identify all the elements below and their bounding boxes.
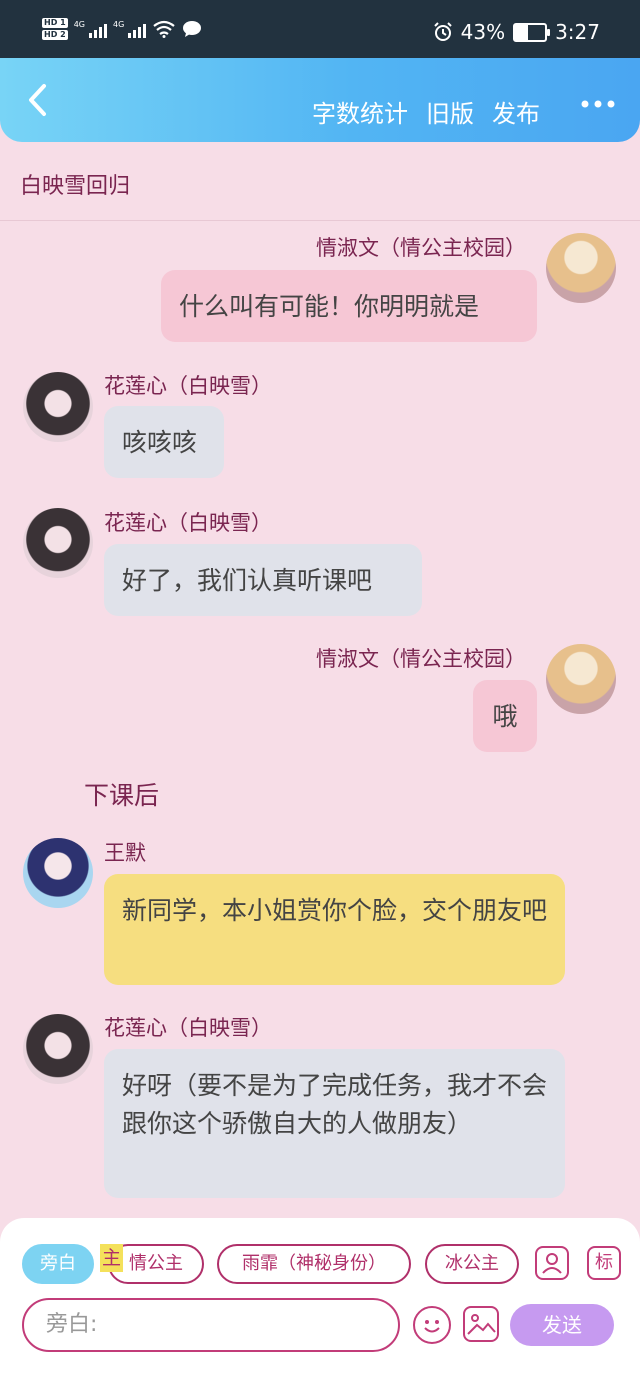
send-button[interactable]: 发送 bbox=[510, 1304, 614, 1346]
status-left: HD 1 HD 2 4G 4G bbox=[42, 18, 202, 40]
tag-button[interactable]: 标 bbox=[587, 1246, 621, 1280]
clock: 3:27 bbox=[555, 20, 600, 44]
sender-name: 花莲心（白映雪） bbox=[104, 374, 272, 398]
sim-indicators: HD 1 HD 2 bbox=[42, 18, 68, 40]
avatar[interactable] bbox=[546, 233, 616, 303]
publish-button[interactable]: 发布 bbox=[492, 94, 540, 129]
signal1-icon: 4G bbox=[74, 20, 107, 38]
picture-icon bbox=[467, 1314, 496, 1335]
sender-name: 情淑文（情公主校园） bbox=[316, 236, 526, 260]
more-options-icon[interactable] bbox=[580, 98, 616, 110]
header-actions: 字数统计 旧版 发布 bbox=[312, 94, 540, 129]
battery-percent: 43% bbox=[460, 20, 506, 44]
signal2-icon: 4G bbox=[113, 20, 147, 38]
message-bubble[interactable]: 新同学，本小姐赏你个脸，交个朋友吧 bbox=[104, 874, 565, 985]
smiley-icon bbox=[424, 1320, 440, 1333]
back-arrow-icon[interactable] bbox=[22, 80, 54, 120]
add-role-button[interactable] bbox=[535, 1246, 569, 1280]
role-chip-yufei[interactable]: 雨霏（神秘身份） bbox=[217, 1244, 411, 1284]
avatar[interactable] bbox=[23, 1014, 93, 1084]
old-version-button[interactable]: 旧版 bbox=[426, 94, 474, 129]
message-bubble[interactable]: 好呀（要不是为了完成任务，我才不会跟你这个骄傲自大的人做朋友） bbox=[104, 1049, 565, 1198]
wifi-icon bbox=[153, 20, 175, 38]
word-count-button[interactable]: 字数统计 bbox=[312, 94, 408, 129]
story-title-bar[interactable]: 白映雪回归 bbox=[0, 142, 640, 221]
sim1-label: HD 1 bbox=[42, 18, 68, 28]
role-chip-narration[interactable]: 旁白 bbox=[22, 1244, 94, 1284]
image-button[interactable] bbox=[463, 1306, 499, 1342]
avatar[interactable] bbox=[23, 838, 93, 908]
chat-notification-icon bbox=[183, 21, 202, 37]
alarm-icon bbox=[433, 22, 452, 41]
person-icon bbox=[542, 1253, 562, 1274]
role-chip-ice-princess[interactable]: 冰公主 bbox=[425, 1244, 519, 1284]
sender-name: 花莲心（白映雪） bbox=[104, 1016, 272, 1040]
highlighted-role-label: 主 bbox=[100, 1244, 124, 1272]
avatar[interactable] bbox=[546, 644, 616, 714]
avatar[interactable] bbox=[23, 372, 93, 442]
story-title: 白映雪回归 bbox=[20, 174, 131, 199]
message-bubble[interactable]: 什么叫有可能！你明明就是 bbox=[161, 270, 537, 342]
sim2-label: HD 2 bbox=[42, 30, 68, 40]
app-header: 字数统计 旧版 发布 bbox=[0, 58, 640, 142]
sender-name: 花莲心（白映雪） bbox=[104, 511, 272, 535]
message-input[interactable]: 旁白: bbox=[22, 1298, 400, 1352]
avatar[interactable] bbox=[23, 508, 93, 578]
sender-name: 情淑文（情公主校园） bbox=[316, 647, 526, 671]
narration-text[interactable]: 下课后 bbox=[84, 776, 159, 812]
message-bubble[interactable]: 哦 bbox=[473, 680, 537, 752]
status-bar: HD 1 HD 2 4G 4G 43% 3:27 bbox=[0, 0, 640, 58]
sender-name: 王默 bbox=[104, 841, 146, 865]
message-bubble[interactable]: 咳咳咳 bbox=[104, 406, 224, 478]
message-bubble[interactable]: 好了，我们认真听课吧 bbox=[104, 544, 422, 616]
status-right: 43% 3:27 bbox=[433, 20, 600, 44]
emoji-button[interactable] bbox=[413, 1306, 451, 1344]
battery-icon bbox=[513, 22, 551, 42]
